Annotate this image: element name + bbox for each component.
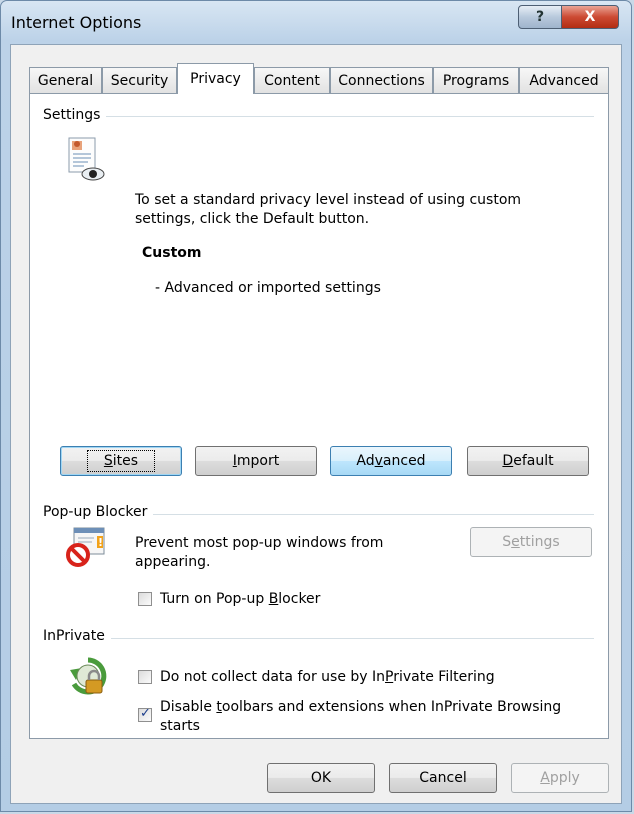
sites-button[interactable]: Sites xyxy=(60,446,182,476)
popup-blocker-checkbox[interactable] xyxy=(138,592,152,606)
dialog-client-area: General Security Privacy Content Connect… xyxy=(10,44,622,804)
disable-toolbars-checkbox-label[interactable]: Disable toolbars and extensions when InP… xyxy=(160,698,561,717)
title-bar[interactable]: Internet Options ? X xyxy=(1,1,631,45)
tab-connections[interactable]: Connections xyxy=(330,67,433,93)
cancel-button[interactable]: Cancel xyxy=(389,763,497,793)
disable-toolbars-checkbox[interactable]: ✓ xyxy=(138,706,152,722)
tab-general[interactable]: General xyxy=(29,67,102,93)
apply-button[interactable]: Apply xyxy=(511,763,609,793)
privacy-level-name: Custom xyxy=(142,245,202,261)
ok-button[interactable]: OK xyxy=(267,763,375,793)
internet-options-window: Internet Options ? X General Security Pr… xyxy=(0,0,632,812)
settings-description-line2: settings, click the Default button. xyxy=(135,211,370,227)
close-icon: X xyxy=(584,9,596,25)
help-icon: ? xyxy=(535,9,545,25)
popup-description-line1: Prevent most pop-up windows from xyxy=(135,535,384,551)
tab-content[interactable]: Content xyxy=(254,67,330,93)
checkmark-icon: ✓ xyxy=(140,706,151,721)
popup-group-label: Pop-up Blocker xyxy=(43,504,154,520)
inprivate-filtering-checkbox[interactable] xyxy=(138,670,152,684)
import-button[interactable]: Import xyxy=(195,446,317,476)
inprivate-filtering-checkbox-label[interactable]: Do not collect data for use by InPrivate… xyxy=(160,668,495,687)
tab-programs[interactable]: Programs xyxy=(433,67,519,93)
popup-blocked-icon: ! xyxy=(66,527,105,567)
inprivate-lock-icon xyxy=(70,657,107,695)
popup-blocker-checkbox-label[interactable]: Turn on Pop-up Blocker xyxy=(160,590,320,609)
settings-group-divider xyxy=(46,116,594,117)
privacy-level-detail: - Advanced or imported settings xyxy=(155,280,381,296)
popup-description-line2: appearing. xyxy=(135,554,211,570)
svg-text:!: ! xyxy=(98,536,103,549)
disable-toolbars-checkbox-label-line2[interactable]: starts xyxy=(160,717,200,736)
privacy-tab-panel: Settings To set a standard privacy level… xyxy=(29,93,609,739)
settings-description-line1: To set a standard privacy level instead … xyxy=(135,192,522,208)
close-button[interactable]: X xyxy=(561,5,619,29)
settings-group-label: Settings xyxy=(43,107,107,123)
inprivate-group-divider xyxy=(46,638,594,639)
window-title: Internet Options xyxy=(11,13,142,32)
advanced-button[interactable]: Advanced xyxy=(330,446,452,476)
default-button[interactable]: Default xyxy=(467,446,589,476)
inprivate-group-label: InPrivate xyxy=(43,628,111,644)
tab-advanced[interactable]: Advanced xyxy=(519,67,609,93)
privacy-document-eye-icon xyxy=(68,137,105,181)
help-button[interactable]: ? xyxy=(518,5,562,29)
tab-security[interactable]: Security xyxy=(102,67,177,93)
tab-privacy[interactable]: Privacy xyxy=(177,63,254,94)
popup-settings-button[interactable]: Settings xyxy=(470,527,592,557)
